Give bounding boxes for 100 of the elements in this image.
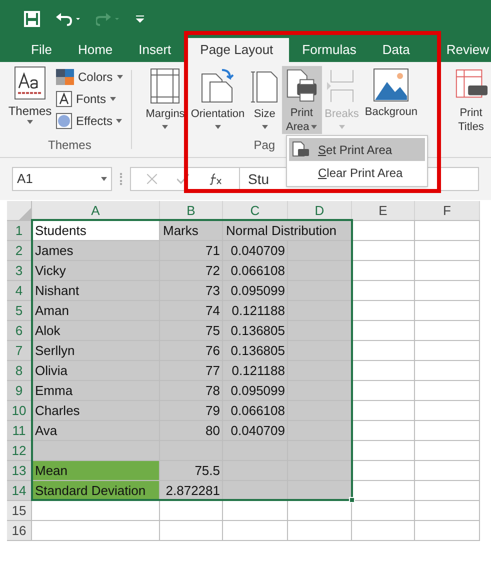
table-cell: 0.040709 (223, 421, 288, 441)
column-header[interactable]: F (415, 201, 480, 220)
table-cell: 0.040709 (223, 241, 288, 261)
table-cell: 0.121188 (223, 361, 288, 381)
ribbon-tab[interactable]: Review (446, 38, 491, 62)
row-header[interactable]: 10 (7, 401, 32, 421)
page-rotate-icon (200, 68, 236, 104)
table-cell (160, 501, 223, 521)
table-cell (288, 501, 352, 521)
themes-button[interactable]: Themes (8, 66, 52, 130)
table-cell (288, 381, 352, 401)
table-cell (352, 421, 415, 441)
table-cell: 78 (160, 381, 223, 401)
table-cell (415, 321, 480, 341)
theme-option-button[interactable]: Effects (56, 112, 123, 130)
table-cell: 2.872281 (160, 481, 223, 501)
font-letter-icon (56, 91, 72, 107)
row-header[interactable]: 6 (7, 321, 32, 341)
table-cell: 74 (160, 301, 223, 321)
table-cell (352, 401, 415, 421)
table-cell (415, 301, 480, 321)
row-header[interactable]: 3 (7, 261, 32, 281)
row-header[interactable]: 11 (7, 421, 32, 441)
row-header[interactable]: 7 (7, 341, 32, 361)
theme-option-button[interactable]: Fonts (56, 90, 123, 108)
ribbon-tab[interactable]: Insert (126, 38, 184, 62)
table-cell (415, 261, 480, 281)
ribbon-tab[interactable]: File (18, 38, 65, 62)
table-cell (352, 281, 415, 301)
table-cell (288, 301, 352, 321)
table-cell (415, 241, 480, 261)
table-cell (160, 441, 223, 461)
column-header[interactable]: D (288, 201, 352, 220)
table-cell: 75 (160, 321, 223, 341)
row-header[interactable]: 12 (7, 441, 32, 461)
ribbon-button[interactable]: Print Area (282, 66, 322, 134)
column-header[interactable]: E (352, 201, 415, 220)
table-cell: 75.5 (160, 461, 223, 481)
table-cell (223, 481, 288, 501)
print-area-icon (292, 140, 310, 158)
row-header[interactable]: 13 (7, 461, 32, 481)
name-box[interactable]: A1 (12, 167, 112, 191)
ribbon-button[interactable]: Size (248, 66, 282, 134)
ribbon-button[interactable]: Orientation (188, 66, 248, 134)
row-header[interactable]: 15 (7, 501, 32, 521)
ribbon-button[interactable]: Backgroun (362, 66, 420, 134)
row-header[interactable]: 5 (7, 301, 32, 321)
undo-icon[interactable] (56, 12, 80, 26)
table-cell: Students (32, 221, 160, 241)
table-cell: 0.136805 (223, 321, 288, 341)
row-header[interactable]: 9 (7, 381, 32, 401)
ribbon-tab[interactable]: Formulas (289, 38, 370, 62)
row-header[interactable]: 1 (7, 221, 32, 241)
table-cell (415, 421, 480, 441)
ribbon-tab[interactable]: Data (369, 38, 423, 62)
table-cell (352, 241, 415, 261)
table-cell: 71 (160, 241, 223, 261)
customize-icon[interactable] (136, 15, 144, 23)
ribbon-button[interactable]: Margins (142, 66, 188, 134)
table-cell: Mean (32, 461, 160, 481)
caret-icon (101, 177, 107, 181)
table-cell (288, 421, 352, 441)
landscape-picture-icon (373, 68, 410, 102)
table-cell: Serllyn (32, 341, 160, 361)
row-header[interactable]: 16 (7, 521, 32, 541)
menu-item[interactable]: Set Print Area (289, 138, 425, 161)
table-cell (415, 441, 480, 461)
column-header[interactable]: C (223, 201, 288, 220)
column-header[interactable]: B (160, 201, 223, 220)
table-cell (288, 461, 352, 481)
table-cell (288, 321, 352, 341)
table-cell (415, 501, 480, 521)
fill-handle[interactable] (349, 497, 355, 503)
ribbon-tab[interactable]: Home (64, 38, 126, 62)
ribbon-button[interactable]: Print Titles (451, 66, 491, 134)
table-cell: James (32, 241, 160, 261)
save-icon[interactable] (24, 11, 40, 27)
table-cell: Aman (32, 301, 160, 321)
table-cell: Charles (32, 401, 160, 421)
row-header[interactable]: 14 (7, 481, 32, 501)
row-header[interactable]: 2 (7, 241, 32, 261)
table-cell: 73 (160, 281, 223, 301)
group-label: Themes (48, 137, 92, 154)
table-cell (288, 361, 352, 381)
color-squares-icon (56, 69, 74, 85)
column-header[interactable]: A (32, 201, 160, 220)
group-label: Pag (254, 137, 276, 154)
table-cell (352, 461, 415, 481)
row-header[interactable]: 8 (7, 361, 32, 381)
table-cell: 0.066108 (223, 261, 288, 281)
caret-icon (110, 97, 116, 101)
table-cell (352, 321, 415, 341)
table-cell (415, 341, 480, 361)
table-cell: 0.136805 (223, 341, 288, 361)
table-cell (288, 521, 352, 541)
table-cell: 76 (160, 341, 223, 361)
table-cell (352, 501, 415, 521)
table-cell (223, 521, 288, 541)
row-header[interactable]: 4 (7, 281, 32, 301)
theme-option-button[interactable]: Colors (56, 68, 123, 86)
